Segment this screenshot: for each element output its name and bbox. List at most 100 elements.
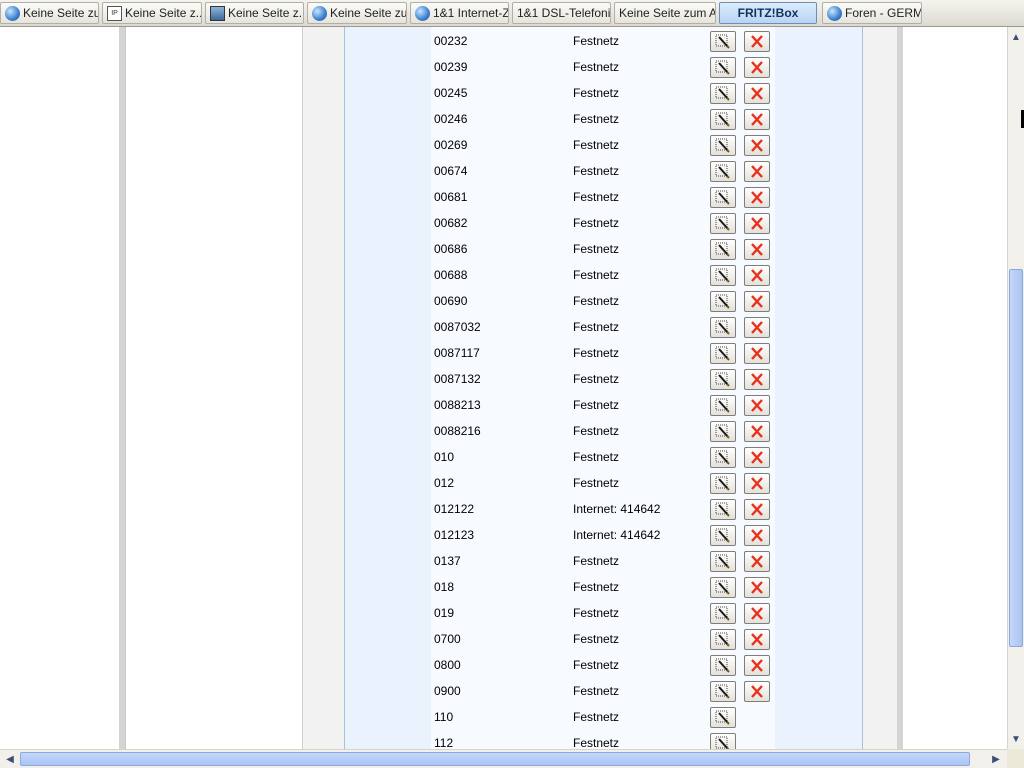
- connection-type-cell: Festnetz: [573, 398, 620, 412]
- edit-button[interactable]: [710, 681, 736, 702]
- delete-x-icon: [751, 113, 763, 126]
- delete-button[interactable]: [744, 629, 770, 650]
- globe-icon: [312, 5, 327, 21]
- edit-button[interactable]: [710, 291, 736, 312]
- delete-button[interactable]: [744, 83, 770, 104]
- delete-button[interactable]: [744, 421, 770, 442]
- delete-button[interactable]: [744, 525, 770, 546]
- edit-button[interactable]: [710, 733, 736, 749]
- delete-button[interactable]: [744, 603, 770, 624]
- tab-3[interactable]: Keine Seite z...: [205, 2, 304, 24]
- edit-button[interactable]: [710, 395, 736, 416]
- tab-1[interactable]: Keine Seite zu...: [0, 2, 99, 24]
- delete-x-icon: [751, 503, 763, 516]
- delete-button[interactable]: [744, 135, 770, 156]
- delete-button[interactable]: [744, 187, 770, 208]
- connection-type-cell: Festnetz: [573, 632, 620, 646]
- number-cell: 00269: [434, 138, 468, 152]
- delete-x-icon: [751, 269, 763, 282]
- delete-button[interactable]: [744, 343, 770, 364]
- edit-button[interactable]: [710, 109, 736, 130]
- edit-button[interactable]: [710, 57, 736, 78]
- delete-button[interactable]: [744, 265, 770, 286]
- scroll-up-arrow-icon[interactable]: ▲: [1008, 29, 1024, 45]
- table-row: 0088216 Festnetz: [431, 420, 775, 446]
- delete-button[interactable]: [744, 57, 770, 78]
- number-cell: 0800: [434, 658, 461, 672]
- edit-pencil-icon: [715, 502, 730, 517]
- edit-button[interactable]: [710, 135, 736, 156]
- table-row: 00239 Festnetz: [431, 56, 775, 82]
- scroll-down-arrow-icon[interactable]: ▼: [1008, 731, 1024, 747]
- delete-button[interactable]: [744, 213, 770, 234]
- tab-9[interactable]: Foren - GERM...: [822, 2, 922, 24]
- edit-button[interactable]: [710, 317, 736, 338]
- delete-button[interactable]: [744, 681, 770, 702]
- tab-4[interactable]: Keine Seite zu...: [307, 2, 407, 24]
- delete-button[interactable]: [744, 31, 770, 52]
- connection-type-cell: Festnetz: [573, 710, 620, 724]
- delete-button[interactable]: [744, 317, 770, 338]
- edit-pencil-icon: [715, 554, 730, 569]
- delete-button[interactable]: [744, 239, 770, 260]
- edit-button[interactable]: [710, 629, 736, 650]
- delete-button[interactable]: [744, 499, 770, 520]
- edit-button[interactable]: [710, 499, 736, 520]
- edit-button[interactable]: [710, 603, 736, 624]
- delete-x-icon: [751, 451, 763, 464]
- number-cell: 00246: [434, 112, 468, 126]
- edit-button[interactable]: [710, 343, 736, 364]
- edit-pencil-icon: [715, 424, 730, 439]
- edit-button[interactable]: [710, 213, 736, 234]
- vertical-scrollbar[interactable]: ▲ ▼: [1007, 27, 1024, 749]
- delete-button[interactable]: [744, 655, 770, 676]
- edit-button[interactable]: [710, 551, 736, 572]
- edit-button[interactable]: [710, 265, 736, 286]
- tab-2[interactable]: IP Keine Seite z...: [102, 2, 202, 24]
- delete-button[interactable]: [744, 577, 770, 598]
- horizontal-scroll-thumb[interactable]: [20, 752, 970, 766]
- edit-button[interactable]: [710, 577, 736, 598]
- delete-button[interactable]: [744, 395, 770, 416]
- edit-button[interactable]: [710, 31, 736, 52]
- edit-button[interactable]: [710, 369, 736, 390]
- delete-button[interactable]: [744, 161, 770, 182]
- edit-button[interactable]: [710, 161, 736, 182]
- tab-7[interactable]: Keine Seite zum A...: [614, 2, 716, 24]
- edit-pencil-icon: [715, 294, 730, 309]
- scroll-left-arrow-icon[interactable]: ◀: [2, 751, 18, 767]
- edit-pencil-icon: [715, 450, 730, 465]
- edit-button[interactable]: [710, 239, 736, 260]
- scroll-right-arrow-icon[interactable]: ▶: [988, 751, 1004, 767]
- delete-button[interactable]: [744, 551, 770, 572]
- delete-button[interactable]: [744, 473, 770, 494]
- table-row: 0700 Festnetz: [431, 628, 775, 654]
- edit-button[interactable]: [710, 187, 736, 208]
- delete-button[interactable]: [744, 291, 770, 312]
- number-cell: 0700: [434, 632, 461, 646]
- connection-type-cell: Festnetz: [573, 372, 620, 386]
- number-cell: 0087132: [434, 372, 481, 386]
- edit-button[interactable]: [710, 447, 736, 468]
- edit-button[interactable]: [710, 707, 736, 728]
- edit-button[interactable]: [710, 421, 736, 442]
- delete-button[interactable]: [744, 109, 770, 130]
- table-row: 0137 Festnetz: [431, 550, 775, 576]
- delete-button[interactable]: [744, 369, 770, 390]
- vertical-scroll-thumb[interactable]: [1009, 269, 1023, 647]
- connection-type-cell: Festnetz: [573, 294, 620, 308]
- tab-8[interactable]: FRITZ!Box: [719, 2, 817, 24]
- edit-button[interactable]: [710, 473, 736, 494]
- horizontal-scrollbar[interactable]: ◀ ▶: [0, 749, 1007, 768]
- tab-label: Keine Seite z...: [125, 6, 202, 20]
- number-cell: 019: [434, 606, 455, 620]
- delete-x-icon: [751, 659, 763, 672]
- tab-6[interactable]: 1&1 DSL-Telefoni...: [512, 2, 611, 24]
- tab-5[interactable]: 1&1 Internet-Z...: [410, 2, 509, 24]
- edit-button[interactable]: [710, 655, 736, 676]
- globe-icon: [5, 5, 20, 21]
- delete-x-icon: [751, 295, 763, 308]
- edit-button[interactable]: [710, 525, 736, 546]
- edit-button[interactable]: [710, 83, 736, 104]
- delete-button[interactable]: [744, 447, 770, 468]
